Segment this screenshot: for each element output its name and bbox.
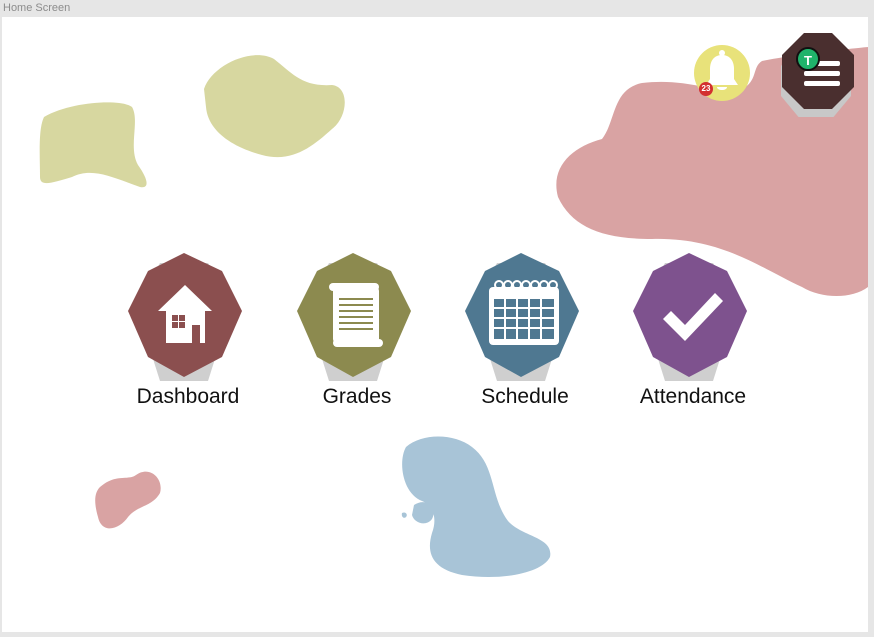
avatar[interactable]: T bbox=[796, 47, 820, 71]
window-title: Home Screen bbox=[3, 2, 71, 14]
schedule-label: Schedule bbox=[481, 385, 569, 408]
olive-blob-left bbox=[39, 102, 147, 188]
grades-label: Grades bbox=[322, 385, 392, 408]
blue-blob-speck bbox=[412, 502, 434, 524]
dashboard-tile[interactable]: Dashboard bbox=[108, 253, 268, 413]
profile-menu-button[interactable] bbox=[774, 31, 860, 120]
pink-blob-small bbox=[95, 471, 161, 529]
grades-tile[interactable]: Grades bbox=[277, 253, 437, 413]
attendance-tile[interactable]: Attendance bbox=[613, 253, 773, 413]
olive-blob-top bbox=[204, 55, 345, 158]
home-canvas: Dashboard Grades Schedule Attendance 23 … bbox=[2, 17, 868, 632]
dashboard-label: Dashboard bbox=[136, 385, 240, 408]
attendance-label: Attendance bbox=[639, 385, 747, 408]
blue-blob-dot bbox=[401, 512, 407, 518]
schedule-tile[interactable]: Schedule bbox=[445, 253, 605, 413]
scroll-icon bbox=[329, 283, 383, 347]
calendar-icon bbox=[489, 280, 559, 345]
attendance-hexagon bbox=[633, 253, 747, 377]
notification-count-badge: 23 bbox=[699, 82, 713, 96]
